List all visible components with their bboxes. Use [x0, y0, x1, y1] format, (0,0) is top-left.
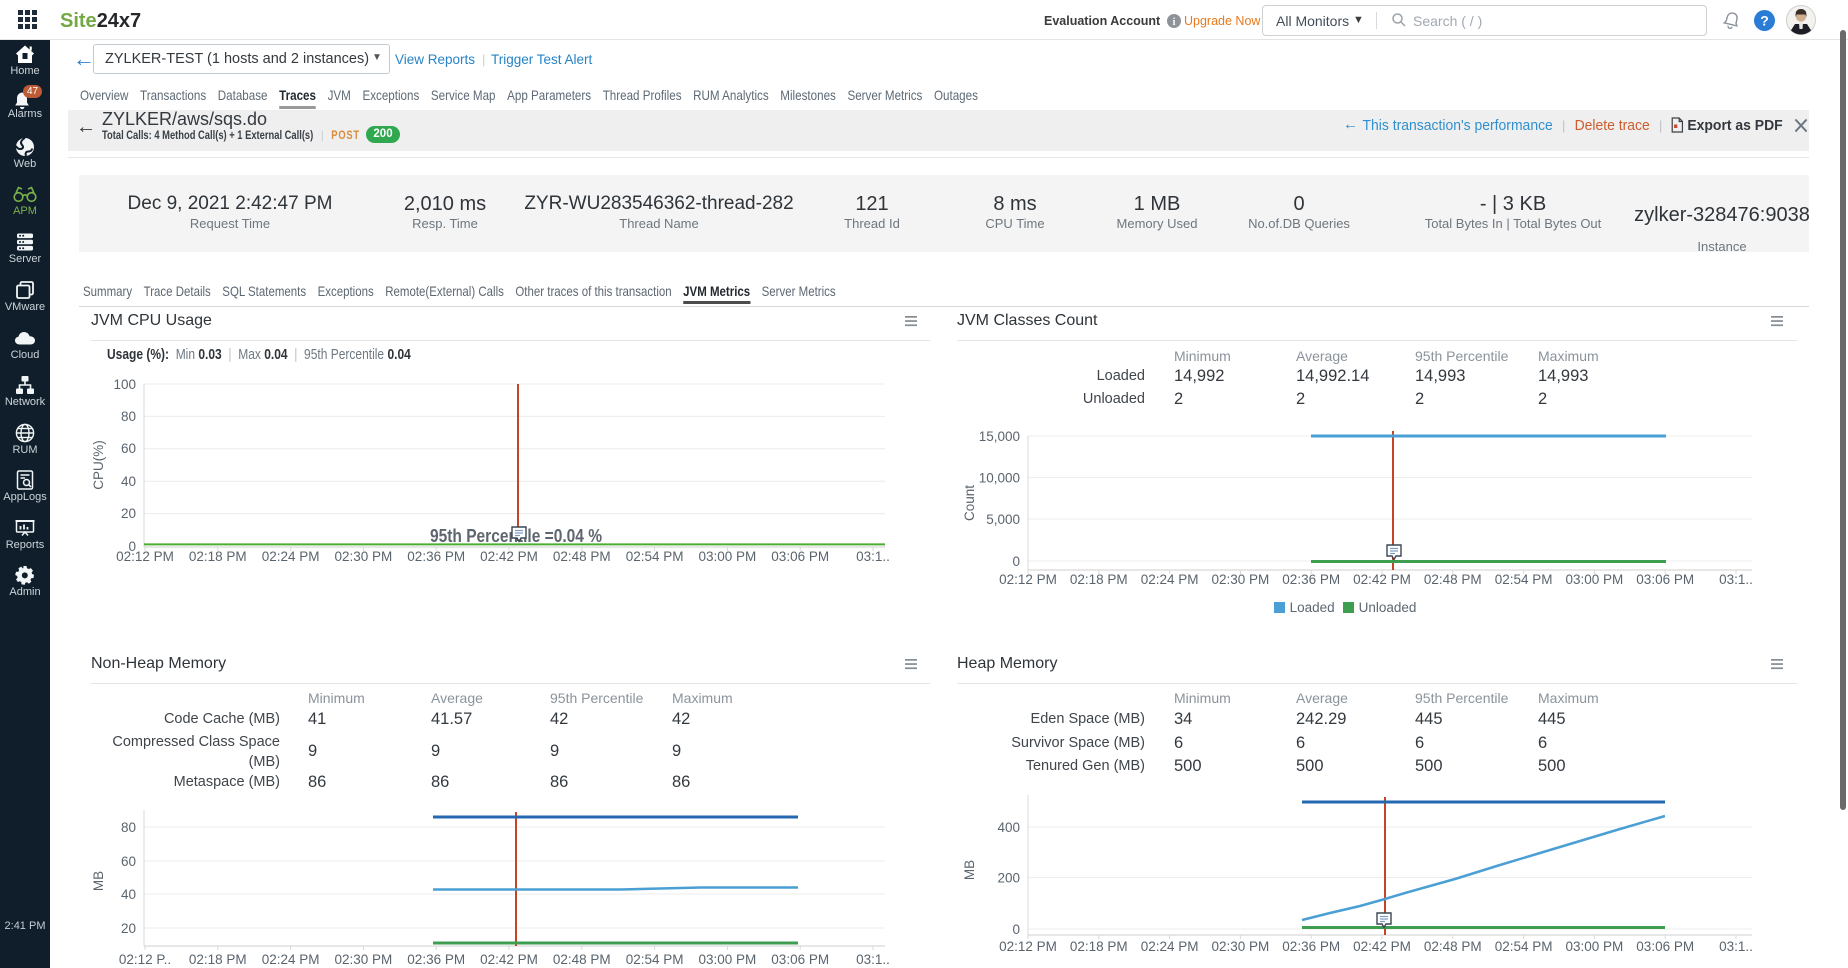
svg-text:02:24 PM: 02:24 PM: [262, 549, 320, 564]
svg-text:CPU(%): CPU(%): [91, 440, 106, 490]
svg-text:0: 0: [1012, 922, 1020, 937]
svg-text:02:18 PM: 02:18 PM: [189, 952, 247, 967]
svg-text:5,000: 5,000: [986, 512, 1020, 527]
svg-text:20: 20: [121, 506, 136, 521]
svg-text:02:48 PM: 02:48 PM: [553, 549, 611, 564]
svg-text:0: 0: [1012, 554, 1020, 569]
svg-text:80: 80: [121, 820, 136, 835]
svg-text:40: 40: [121, 887, 136, 902]
svg-text:02:36 PM: 02:36 PM: [1282, 572, 1340, 587]
svg-text:02:54 PM: 02:54 PM: [1495, 939, 1553, 954]
svg-text:60: 60: [121, 441, 136, 456]
svg-text:60: 60: [121, 854, 136, 869]
svg-text:02:42 PM: 02:42 PM: [480, 549, 538, 564]
svg-text:03:00 PM: 03:00 PM: [1566, 572, 1624, 587]
svg-text:03:00 PM: 03:00 PM: [699, 549, 757, 564]
svg-text:03:06 PM: 03:06 PM: [1636, 572, 1694, 587]
svg-text:02:30 PM: 02:30 PM: [1212, 939, 1270, 954]
svg-text:100: 100: [113, 377, 136, 392]
svg-text:MB: MB: [91, 871, 106, 891]
svg-text:02:48 PM: 02:48 PM: [1424, 939, 1482, 954]
svg-text:03:1..: 03:1..: [1719, 572, 1753, 587]
svg-text:03:06 PM: 03:06 PM: [771, 952, 829, 967]
svg-text:02:48 PM: 02:48 PM: [553, 952, 611, 967]
svg-text:10,000: 10,000: [979, 471, 1020, 486]
svg-text:20: 20: [121, 921, 136, 936]
svg-text:02:12 P..: 02:12 P..: [119, 952, 171, 967]
svg-text:40: 40: [121, 474, 136, 489]
svg-text:02:18 PM: 02:18 PM: [189, 549, 247, 564]
svg-text:02:12 PM: 02:12 PM: [116, 549, 174, 564]
svg-text:02:36 PM: 02:36 PM: [407, 952, 465, 967]
svg-text:200: 200: [997, 871, 1020, 886]
svg-text:MB: MB: [962, 860, 977, 880]
svg-text:400: 400: [997, 820, 1020, 835]
svg-text:03:1..: 03:1..: [856, 549, 890, 564]
svg-text:02:30 PM: 02:30 PM: [1212, 572, 1270, 587]
svg-text:?: ?: [1760, 13, 1769, 29]
svg-text:02:36 PM: 02:36 PM: [407, 549, 465, 564]
svg-text:Count: Count: [962, 485, 977, 521]
svg-text:03:00 PM: 03:00 PM: [699, 952, 757, 967]
svg-text:02:12 PM: 02:12 PM: [999, 939, 1057, 954]
svg-text:02:24 PM: 02:24 PM: [1141, 939, 1199, 954]
svg-text:02:42 PM: 02:42 PM: [1353, 572, 1411, 587]
svg-text:02:18 PM: 02:18 PM: [1070, 572, 1128, 587]
svg-text:02:42 PM: 02:42 PM: [480, 952, 538, 967]
svg-text:02:42 PM: 02:42 PM: [1353, 939, 1411, 954]
svg-text:80: 80: [121, 409, 136, 424]
svg-text:02:54 PM: 02:54 PM: [1495, 572, 1553, 587]
svg-text:02:54 PM: 02:54 PM: [626, 549, 684, 564]
svg-text:02:24 PM: 02:24 PM: [1141, 572, 1199, 587]
svg-text:02:30 PM: 02:30 PM: [335, 549, 393, 564]
svg-text:02:54 PM: 02:54 PM: [626, 952, 684, 967]
svg-text:02:48 PM: 02:48 PM: [1424, 572, 1482, 587]
svg-text:03:06 PM: 03:06 PM: [1636, 939, 1694, 954]
svg-text:02:12 PM: 02:12 PM: [999, 572, 1057, 587]
svg-text:03:1..: 03:1..: [1719, 939, 1753, 954]
svg-text:i: i: [1173, 17, 1176, 28]
svg-text:03:06 PM: 03:06 PM: [771, 549, 829, 564]
svg-text:02:36 PM: 02:36 PM: [1282, 939, 1340, 954]
svg-text:03:00 PM: 03:00 PM: [1566, 939, 1624, 954]
svg-text:02:18 PM: 02:18 PM: [1070, 939, 1128, 954]
svg-text:03:1..: 03:1..: [856, 952, 890, 967]
svg-text:02:30 PM: 02:30 PM: [335, 952, 393, 967]
svg-text:15,000: 15,000: [979, 429, 1020, 444]
svg-text:02:24 PM: 02:24 PM: [262, 952, 320, 967]
